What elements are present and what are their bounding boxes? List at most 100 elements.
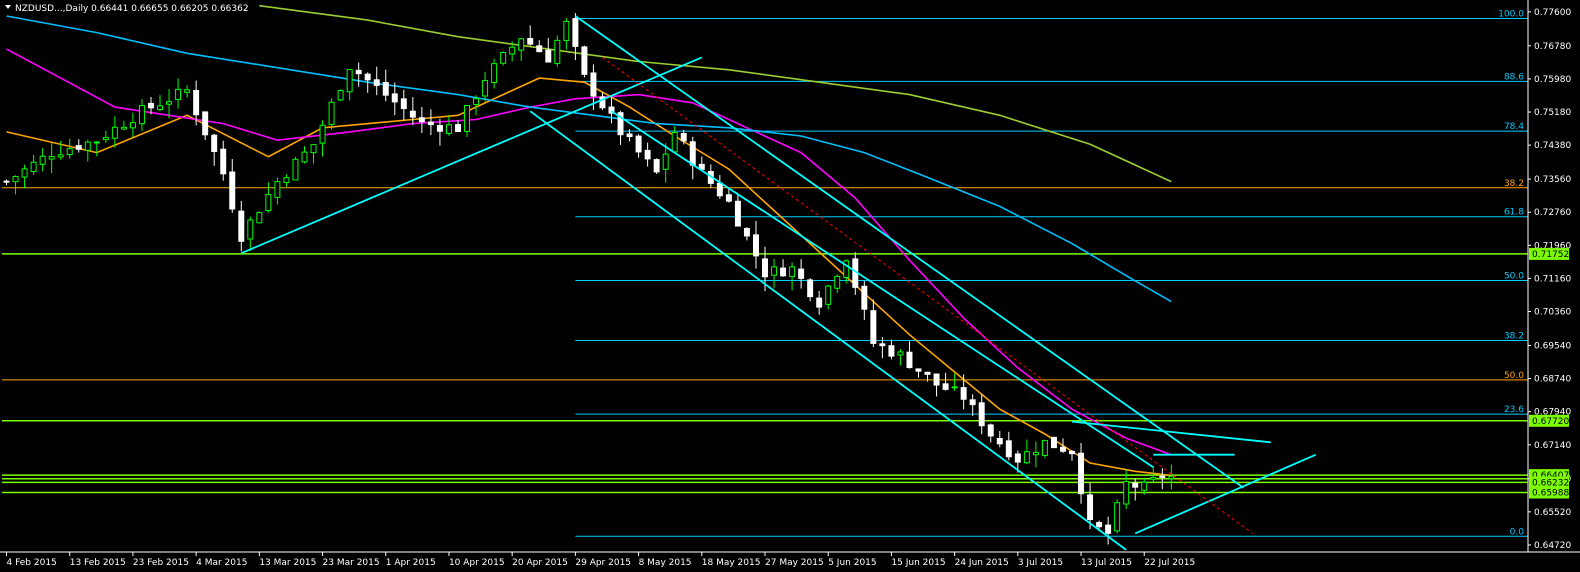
time-axis-label: 23 Feb 2015 bbox=[133, 558, 189, 568]
candle-body bbox=[328, 101, 335, 125]
time-axis-label: 13 Jul 2015 bbox=[1081, 558, 1132, 568]
candle-body bbox=[418, 117, 425, 123]
time-axis-label: 3 Jul 2015 bbox=[1018, 558, 1063, 568]
fibo-level-label: 50.0 bbox=[1504, 271, 1524, 281]
candle-body bbox=[897, 351, 904, 356]
fibo-level-label: 38.2 bbox=[1504, 179, 1524, 189]
candle-body bbox=[473, 98, 480, 106]
candle-body bbox=[166, 101, 173, 105]
candle-body bbox=[1096, 522, 1103, 528]
price-axis-label: 0.67140 bbox=[1534, 441, 1571, 451]
candle-body bbox=[129, 122, 136, 129]
candle-body bbox=[572, 18, 579, 47]
candle-body bbox=[906, 351, 913, 369]
candle-body bbox=[1059, 446, 1066, 452]
candle-body bbox=[382, 81, 389, 96]
candle-body bbox=[274, 181, 281, 198]
candle-body bbox=[391, 93, 398, 103]
time-axis-label: 10 Apr 2015 bbox=[449, 558, 505, 568]
candle-body bbox=[1114, 502, 1121, 532]
price-axis-label: 0.72760 bbox=[1534, 208, 1571, 218]
candle-body bbox=[301, 151, 308, 163]
price-axis-label: 0.70360 bbox=[1534, 308, 1571, 318]
candle-body bbox=[581, 46, 588, 75]
fibo-level-label: 61.8 bbox=[1504, 208, 1524, 218]
candle-body bbox=[500, 51, 507, 64]
candle-body bbox=[653, 159, 660, 173]
candle-body bbox=[1023, 451, 1030, 464]
time-axis-label: 13 Mar 2015 bbox=[259, 558, 316, 568]
fibo-level-label: 50.0 bbox=[1504, 371, 1524, 381]
candle-body bbox=[220, 148, 227, 175]
candle-body bbox=[933, 373, 940, 386]
price-axis-label: 0.71160 bbox=[1534, 274, 1571, 284]
fibo-level-label: 38.2 bbox=[1504, 331, 1524, 341]
price-axis-label: 0.74380 bbox=[1534, 141, 1571, 151]
candle-body bbox=[238, 210, 245, 242]
candle-body bbox=[111, 126, 118, 139]
price-axis-label: 0.64720 bbox=[1534, 541, 1571, 551]
candle-body bbox=[798, 268, 805, 279]
price-axis-label: 0.73560 bbox=[1534, 175, 1571, 185]
fibo-level-label: 0.0 bbox=[1510, 527, 1525, 537]
candle-body bbox=[1014, 453, 1021, 463]
time-axis-label: 4 Feb 2015 bbox=[7, 558, 57, 568]
candle-body bbox=[780, 267, 787, 277]
time-axis-label: 1 Apr 2015 bbox=[386, 558, 436, 568]
candle-body bbox=[861, 285, 868, 310]
candle-body bbox=[39, 155, 46, 165]
price-tag-label: 0.65988 bbox=[1532, 488, 1569, 498]
candle-body bbox=[66, 148, 73, 156]
candle-body bbox=[752, 234, 759, 257]
candle-body bbox=[1078, 452, 1085, 495]
candle-body bbox=[545, 49, 552, 63]
candle-body bbox=[978, 402, 985, 427]
candle-body bbox=[626, 133, 633, 138]
candle-body bbox=[211, 134, 218, 153]
time-axis-label: 23 Mar 2015 bbox=[323, 558, 380, 568]
candle-body bbox=[725, 194, 732, 202]
candle-body bbox=[834, 275, 841, 289]
candle-body bbox=[915, 368, 922, 372]
candle-body bbox=[48, 156, 55, 160]
candle-body bbox=[202, 111, 209, 136]
candle-body bbox=[1150, 477, 1157, 480]
candle-body bbox=[816, 297, 823, 308]
candle-body bbox=[436, 124, 443, 132]
time-axis-label: 27 May 2015 bbox=[765, 558, 824, 568]
candle-body bbox=[455, 124, 461, 132]
candle-body bbox=[373, 79, 380, 86]
candle-body bbox=[1105, 524, 1112, 534]
candle-body bbox=[346, 69, 353, 93]
candle-body bbox=[888, 345, 895, 357]
candle-body bbox=[762, 258, 768, 278]
fibo-level-label: 100.0 bbox=[1498, 9, 1524, 19]
price-axis-label: 0.65520 bbox=[1534, 508, 1571, 518]
candle-body bbox=[734, 200, 741, 227]
time-axis-label: 18 May 2015 bbox=[702, 558, 761, 568]
price-axis-label: 0.75980 bbox=[1534, 75, 1571, 85]
price-axis-label: 0.69540 bbox=[1534, 341, 1571, 351]
price-axis-label: 0.76780 bbox=[1534, 42, 1571, 52]
candle-body bbox=[364, 73, 371, 81]
candle-body bbox=[256, 212, 263, 224]
candle-body bbox=[1123, 481, 1130, 505]
candle-body bbox=[400, 98, 407, 110]
candle-body bbox=[960, 387, 967, 400]
candle-body bbox=[229, 171, 236, 210]
candle-body bbox=[120, 126, 127, 130]
candle-body bbox=[771, 266, 778, 276]
candle-body bbox=[157, 105, 164, 110]
candle-body bbox=[482, 80, 489, 97]
candle-body bbox=[789, 266, 796, 278]
candle-body bbox=[491, 63, 498, 84]
candle-body bbox=[554, 39, 561, 64]
chart-canvas[interactable]: NZDUSD...,Daily 0.66441 0.66655 0.66205 … bbox=[0, 0, 1580, 572]
candle-body bbox=[1032, 451, 1039, 456]
candle-body bbox=[337, 90, 344, 101]
candle-body bbox=[102, 137, 109, 141]
time-axis-label: 5 Jun 2015 bbox=[828, 558, 876, 568]
time-axis-label: 13 Feb 2015 bbox=[70, 558, 126, 568]
candle-body bbox=[671, 132, 678, 153]
candle-body bbox=[247, 219, 254, 240]
